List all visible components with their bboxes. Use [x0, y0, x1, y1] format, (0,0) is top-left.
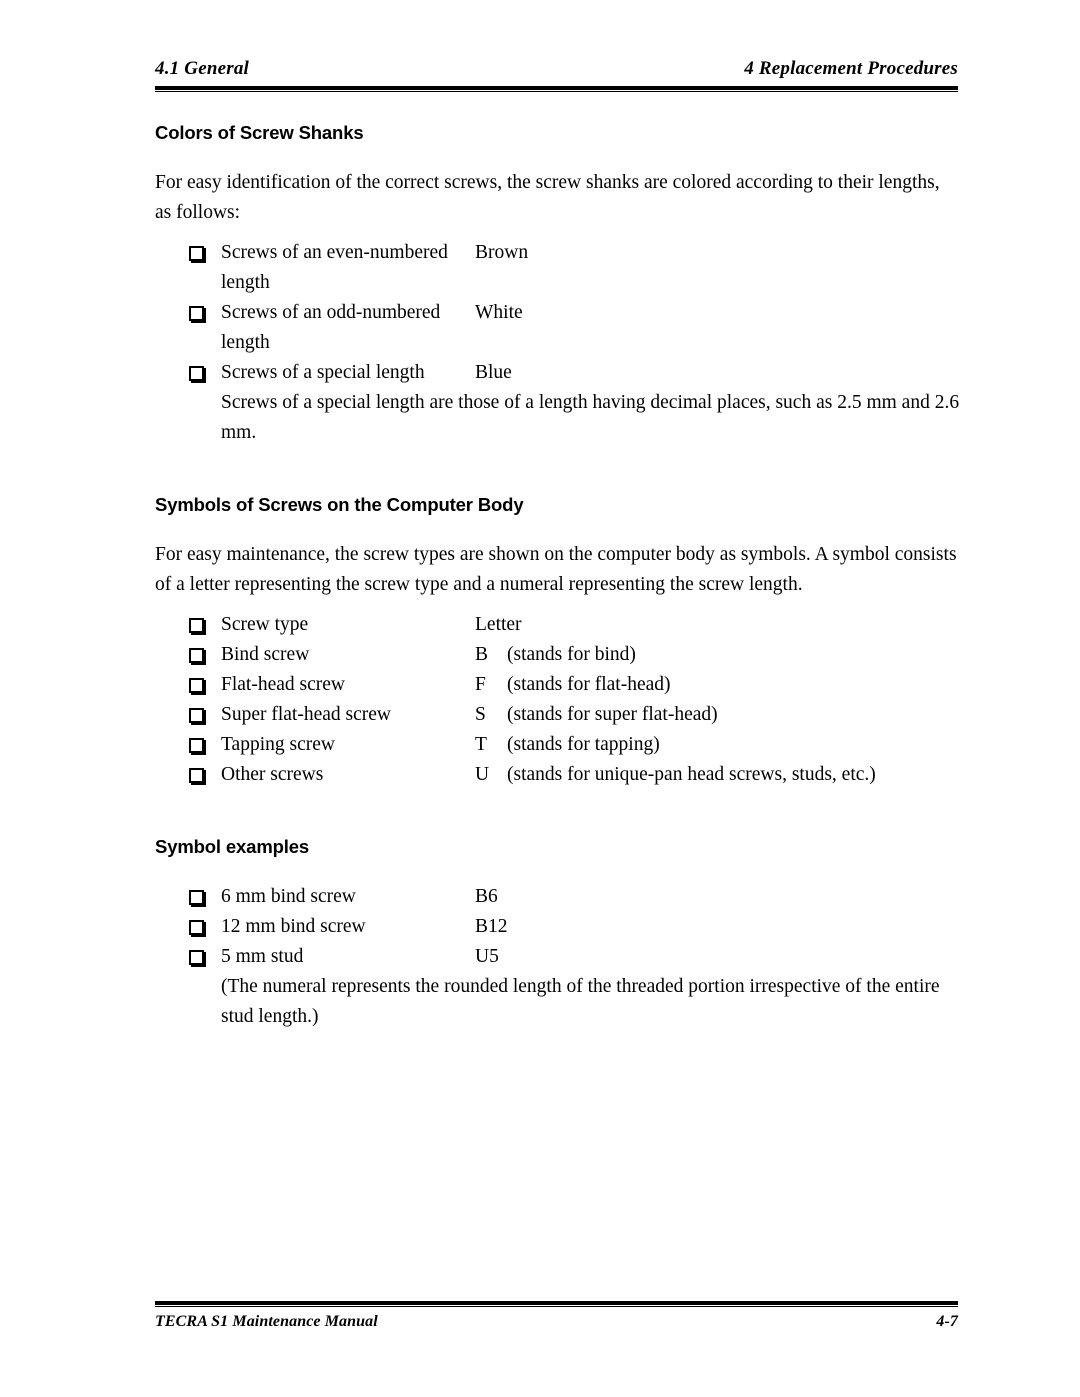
list-item-value: Letter — [475, 614, 522, 635]
list-item-value: Brown — [475, 242, 529, 263]
hollow-square-bullet-icon — [189, 238, 221, 268]
hollow-square-bullet-icon — [189, 882, 221, 912]
list-item-label: Super flat-head screw — [221, 704, 392, 725]
list-item-label: Other screws — [221, 764, 324, 785]
hollow-square-bullet-icon — [189, 700, 221, 730]
list-item-note: (stands for super flat-head) — [507, 704, 718, 725]
running-header: 4.1 General 4 Replacement Procedures — [155, 58, 958, 80]
header-section-label: 4.1 General — [155, 58, 250, 79]
page-content: Colors of Screw Shanks For easy identifi… — [155, 120, 960, 1032]
list-item-label: Bind screw — [221, 644, 310, 665]
list-item-letter: S — [475, 704, 486, 725]
running-footer: TECRA S1 Maintenance Manual 4-7 — [155, 1313, 958, 1331]
list-item: Bind screw B (stands for bind) — [155, 640, 960, 670]
list-item: Flat-head screw F (stands for flat-head) — [155, 670, 960, 700]
hollow-square-bullet-icon — [189, 942, 221, 972]
list-item-note: (stands for unique-pan head screws, stud… — [507, 764, 876, 785]
hollow-square-bullet-icon — [189, 640, 221, 670]
header-chapter-label: 4 Replacement Procedures — [744, 58, 958, 79]
list-item-label: Screws of a special length — [221, 362, 425, 383]
section-paragraph-symbols: For easy maintenance, the screw types ar… — [155, 544, 957, 595]
list-item: 6 mm bind screw B6 — [155, 882, 960, 912]
list-item-label: Tapping screw — [221, 734, 335, 755]
hollow-square-bullet-icon — [189, 610, 221, 640]
list-screw-type-symbols: Screw type Letter Bind screw B (stands f… — [155, 610, 960, 790]
list-symbol-examples: 6 mm bind screw B6 12 mm bind screw B12 … — [155, 882, 960, 1032]
list-item: Screws of an odd-numbered length White — [155, 298, 960, 358]
section-paragraph-colors: For easy identification of the correct s… — [155, 172, 940, 223]
list-item-letter: U — [475, 764, 490, 785]
hollow-square-bullet-icon — [189, 358, 221, 388]
list-item: Screws of a special length Blue — [155, 358, 960, 388]
list-item-note: (stands for flat-head) — [507, 674, 671, 695]
list-item-letter: B — [475, 644, 489, 665]
list-item: Screws of an even-numbered length Brown — [155, 238, 960, 298]
list-item-label: Screws of an odd-numbered length — [221, 302, 441, 353]
list-continuation-text: (The numeral represents the rounded leng… — [221, 976, 940, 1027]
list-item: 12 mm bind screw B12 — [155, 912, 960, 942]
list-item-label: 12 mm bind screw — [221, 916, 366, 937]
document-page: 4.1 General 4 Replacement Procedures Col… — [0, 0, 1080, 1397]
list-item: 5 mm stud U5 — [155, 942, 960, 972]
list-screw-shank-colors: Screws of an even-numbered length Brown … — [155, 238, 960, 448]
footer-manual-title: TECRA S1 Maintenance Manual — [155, 1313, 378, 1330]
list-item: Tapping screw T (stands for tapping) — [155, 730, 960, 760]
list-item-letter: T — [475, 734, 487, 755]
list-item-note: (stands for tapping) — [507, 734, 660, 755]
hollow-square-bullet-icon — [189, 760, 221, 790]
hollow-square-bullet-icon — [189, 670, 221, 700]
footer-page-number: 4-7 — [936, 1313, 958, 1330]
list-item: Screw type Letter — [155, 610, 960, 640]
hollow-square-bullet-icon — [189, 912, 221, 942]
list-item-letter: F — [475, 674, 486, 695]
footer-rule-thick — [155, 1301, 958, 1305]
list-item-value: White — [475, 302, 523, 323]
header-rule-thick — [155, 86, 958, 90]
list-continuation-text: Screws of a special length are those of … — [221, 392, 960, 443]
section-heading-colors-of-screw-shanks: Colors of Screw Shanks — [155, 122, 364, 143]
list-item-label: 5 mm stud — [221, 946, 304, 967]
list-item: Other screws U (stands for unique-pan he… — [155, 760, 960, 790]
section-heading-symbol-examples: Symbol examples — [155, 836, 310, 857]
footer-rule-thin — [155, 1306, 958, 1307]
section-heading-symbols-of-screws: Symbols of Screws on the Computer Body — [155, 494, 524, 515]
list-item-value: B6 — [475, 886, 498, 907]
list-item-label: 6 mm bind screw — [221, 886, 356, 907]
list-item-value: U5 — [475, 946, 499, 967]
list-item-label: Screw type — [221, 614, 309, 635]
hollow-square-bullet-icon — [189, 298, 221, 328]
list-item-note: (stands for bind) — [507, 644, 636, 665]
hollow-square-bullet-icon — [189, 730, 221, 760]
list-item-label: Flat-head screw — [221, 674, 345, 695]
list-item-value: Blue — [475, 362, 512, 383]
list-item-label: Screws of an even-numbered length — [221, 242, 448, 293]
list-item: Super flat-head screw S (stands for supe… — [155, 700, 960, 730]
list-item-value: B12 — [475, 916, 508, 937]
header-rule-thin — [155, 91, 958, 92]
